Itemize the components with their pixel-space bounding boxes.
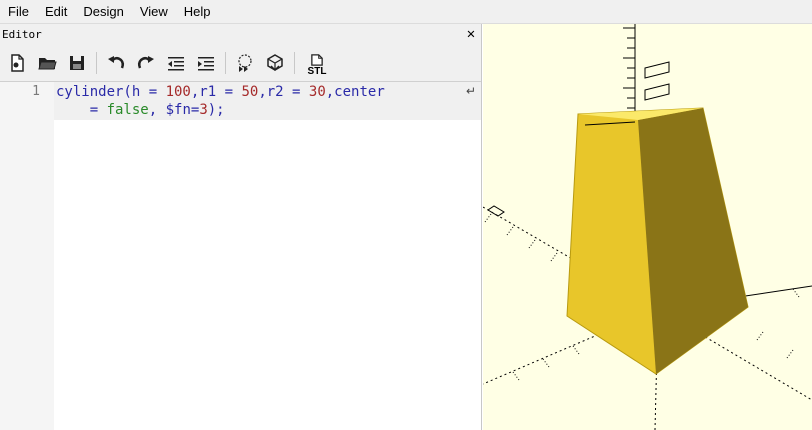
code-number: 100 (165, 84, 191, 100)
stl-label: STL (307, 66, 327, 77)
menu-edit[interactable]: Edit (37, 0, 75, 24)
code-number: 50 (241, 84, 259, 100)
code-number: 3 (199, 102, 208, 118)
new-file-icon (11, 54, 24, 72)
line-wrap-icon: ↵ (466, 84, 477, 98)
export-stl-button[interactable]: STL (303, 49, 331, 77)
open-file-button[interactable] (34, 49, 60, 77)
open-file-icon (38, 58, 57, 70)
editor-title: Editor (2, 27, 42, 41)
indent-button[interactable] (193, 49, 219, 77)
editor-toolbar: STL (0, 46, 482, 80)
z-axis-ticks (623, 27, 635, 109)
preview-button[interactable] (232, 49, 258, 77)
close-icon[interactable]: ✕ (464, 27, 478, 41)
editor-title-bar: Editor ✕ (0, 24, 482, 44)
toolbar-separator (294, 52, 295, 74)
code-token: , $fn= (148, 102, 200, 118)
unindent-button[interactable] (163, 49, 189, 77)
menu-file[interactable]: File (0, 0, 37, 24)
code-keyword: false (106, 102, 149, 118)
code-number: 30 (308, 84, 326, 100)
save-icon (70, 56, 84, 70)
model-side-face (638, 108, 748, 374)
code-editor[interactable]: 1 cylinder(h = 100,r1 = 50,r2 = 30,cente… (0, 81, 481, 430)
z-axis-scale-marks (644, 61, 670, 101)
code-token: ,center (325, 84, 385, 100)
menu-bar: File Edit Design View Help (0, 0, 812, 24)
code-token: ,r1 = (190, 84, 242, 100)
code-token: ,r2 = (258, 84, 309, 100)
code-line[interactable]: cylinder(h = 100,r1 = 50,r2 = 30,center … (56, 83, 464, 119)
line-number-gutter: 1 (0, 82, 54, 430)
code-token: = (56, 102, 107, 118)
undo-icon (108, 56, 125, 69)
code-token: cylinder(h = (56, 84, 166, 100)
menu-help[interactable]: Help (176, 0, 219, 24)
redo-button[interactable] (133, 49, 159, 77)
preview-icon (238, 54, 252, 72)
viewport-canvas (483, 24, 812, 430)
code-token: ); (207, 102, 225, 118)
line-number: 1 (32, 84, 40, 99)
toolbar-separator (225, 52, 226, 74)
menu-view[interactable]: View (132, 0, 176, 24)
editor-panel: Editor ✕ STL 1 cylinder(h = 100,r1 = 50,… (0, 24, 482, 430)
render-icon (267, 54, 283, 72)
new-file-button[interactable] (4, 49, 30, 77)
menu-design[interactable]: Design (75, 0, 131, 24)
redo-icon (137, 56, 154, 69)
undo-button[interactable] (103, 49, 129, 77)
export-stl-icon (311, 54, 323, 66)
indent-icon (198, 57, 214, 71)
unindent-icon (168, 57, 184, 71)
3d-viewport[interactable] (483, 24, 812, 430)
render-button[interactable] (262, 49, 288, 77)
toolbar-separator (96, 52, 97, 74)
save-button[interactable] (64, 49, 90, 77)
